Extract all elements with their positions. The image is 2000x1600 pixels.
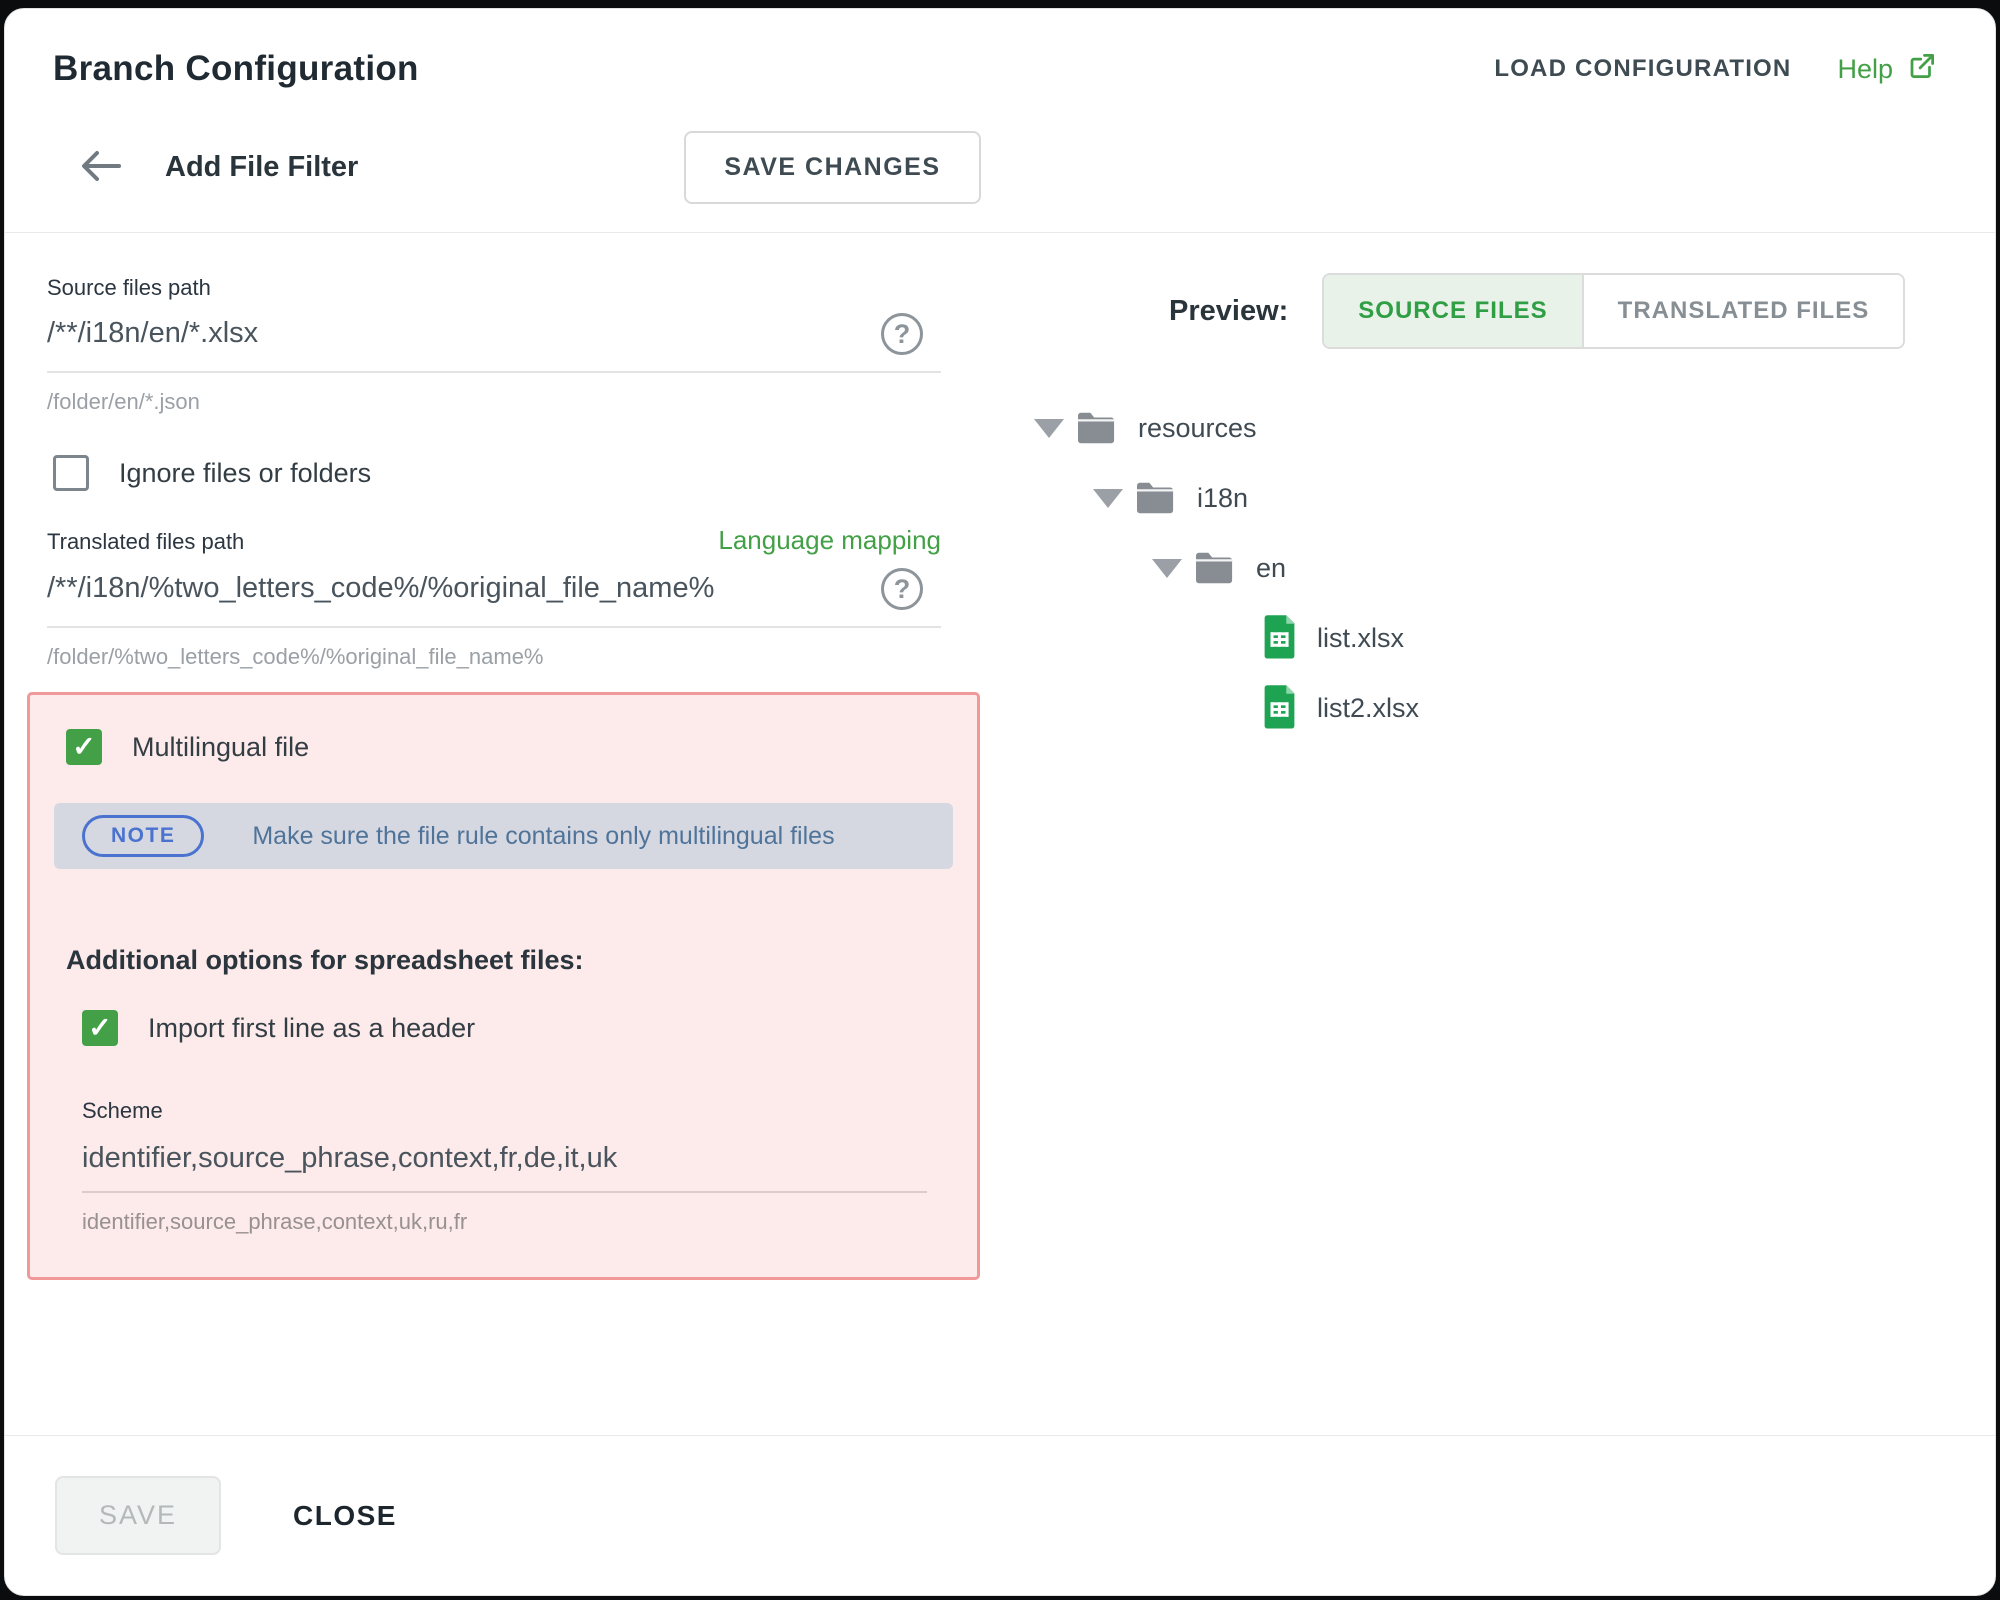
multilingual-file-label[interactable]: Multilingual file <box>132 732 309 763</box>
ignore-files-checkbox[interactable] <box>53 455 89 491</box>
translated-files-path-label: Translated files path <box>47 529 244 555</box>
tree-row-list.xlsx[interactable]: list.xlsx <box>983 603 1995 673</box>
tree-row-resources[interactable]: resources <box>983 393 1995 463</box>
translated-files-path-input[interactable]: /**/i18n/%two_letters_code%/%original_fi… <box>47 572 714 605</box>
ignore-files-label[interactable]: Ignore files or folders <box>119 458 371 489</box>
spreadsheet-file-icon <box>1261 615 1299 661</box>
chevron-down-icon[interactable] <box>1152 559 1182 578</box>
import-first-line-checkbox[interactable]: ✓ <box>82 1010 118 1046</box>
source-files-path-input[interactable]: /**/i18n/en/*.xlsx <box>47 317 258 350</box>
tree-row-i18n[interactable]: i18n <box>983 463 1995 533</box>
spreadsheet-file-icon <box>1261 685 1299 731</box>
folder-icon <box>1133 479 1179 517</box>
close-button[interactable]: CLOSE <box>293 1500 397 1532</box>
folder-icon <box>1074 409 1120 447</box>
tree-row-list2.xlsx[interactable]: list2.xlsx <box>983 673 1995 743</box>
question-circle-icon[interactable]: ? <box>881 568 923 610</box>
tree-item-name: en <box>1256 553 1286 584</box>
help-link-label: Help <box>1837 54 1893 85</box>
scheme-input[interactable]: identifier,source_phrase,context,fr,de,i… <box>82 1142 617 1175</box>
translated-files-path-helper: /folder/%two_letters_code%/%original_fil… <box>47 644 941 670</box>
spreadsheet-options-heading: Additional options for spreadsheet files… <box>66 945 957 976</box>
question-circle-icon[interactable]: ? <box>881 313 923 355</box>
language-mapping-link[interactable]: Language mapping <box>718 525 941 556</box>
tree-item-name: list.xlsx <box>1317 623 1404 654</box>
import-first-line-label[interactable]: Import first line as a header <box>148 1013 475 1044</box>
tree-item-name: resources <box>1138 413 1257 444</box>
scheme-helper: identifier,source_phrase,context,uk,ru,f… <box>82 1209 927 1235</box>
preview-tab-source-files[interactable]: SOURCE FILES <box>1324 275 1581 347</box>
import-first-line-checkbox-row[interactable]: ✓ Import first line as a header <box>82 1010 957 1046</box>
check-icon: ✓ <box>88 1014 111 1042</box>
scheme-label: Scheme <box>82 1098 927 1124</box>
branch-configuration-dialog: Branch Configuration LOAD CONFIGURATION … <box>4 8 1996 1596</box>
tree-row-en[interactable]: en <box>983 533 1995 603</box>
multilingual-options-highlight: ✓ Multilingual file NOTE Make sure the f… <box>27 692 980 1280</box>
preview-tab-translated-files[interactable]: TRANSLATED FILES <box>1582 275 1904 347</box>
save-button[interactable]: SAVE <box>55 1476 221 1555</box>
external-link-icon <box>1907 51 1937 88</box>
tree-item-name: list2.xlsx <box>1317 693 1419 724</box>
source-files-path-helper: /folder/en/*.json <box>47 389 941 415</box>
dialog-header: Branch Configuration LOAD CONFIGURATION … <box>5 9 1995 233</box>
preview-label: Preview: <box>1169 295 1288 328</box>
page-title: Branch Configuration <box>53 49 419 89</box>
check-icon: ✓ <box>72 733 95 761</box>
chevron-down-icon[interactable] <box>1093 489 1123 508</box>
back-button[interactable] <box>77 148 123 187</box>
note-banner: NOTE Make sure the file rule contains on… <box>54 803 953 869</box>
multilingual-file-checkbox-row[interactable]: ✓ Multilingual file <box>66 729 957 765</box>
tree-item-name: i18n <box>1197 483 1248 514</box>
preview-toggle: SOURCE FILESTRANSLATED FILES <box>1322 273 1905 349</box>
source-files-path-label: Source files path <box>47 275 941 301</box>
save-changes-button[interactable]: SAVE CHANGES <box>684 131 980 204</box>
file-tree: resources i18n en list.xlsx list2.xlsx <box>983 393 1995 743</box>
folder-icon <box>1192 549 1238 587</box>
arrow-left-icon <box>77 148 123 187</box>
help-link[interactable]: Help <box>1837 51 1937 88</box>
subpage-title: Add File Filter <box>165 151 358 184</box>
preview-panel: Preview: SOURCE FILESTRANSLATED FILES re… <box>983 233 1995 1435</box>
chevron-down-icon[interactable] <box>1034 419 1064 438</box>
file-filter-form: Source files path /**/i18n/en/*.xlsx ? /… <box>5 233 983 1435</box>
ignore-files-checkbox-row[interactable]: Ignore files or folders <box>53 455 983 491</box>
dialog-footer: SAVE CLOSE <box>5 1435 1995 1595</box>
load-configuration-button[interactable]: LOAD CONFIGURATION <box>1494 55 1791 83</box>
note-badge: NOTE <box>82 815 204 857</box>
multilingual-file-checkbox[interactable]: ✓ <box>66 729 102 765</box>
note-text: Make sure the file rule contains only mu… <box>252 822 834 851</box>
